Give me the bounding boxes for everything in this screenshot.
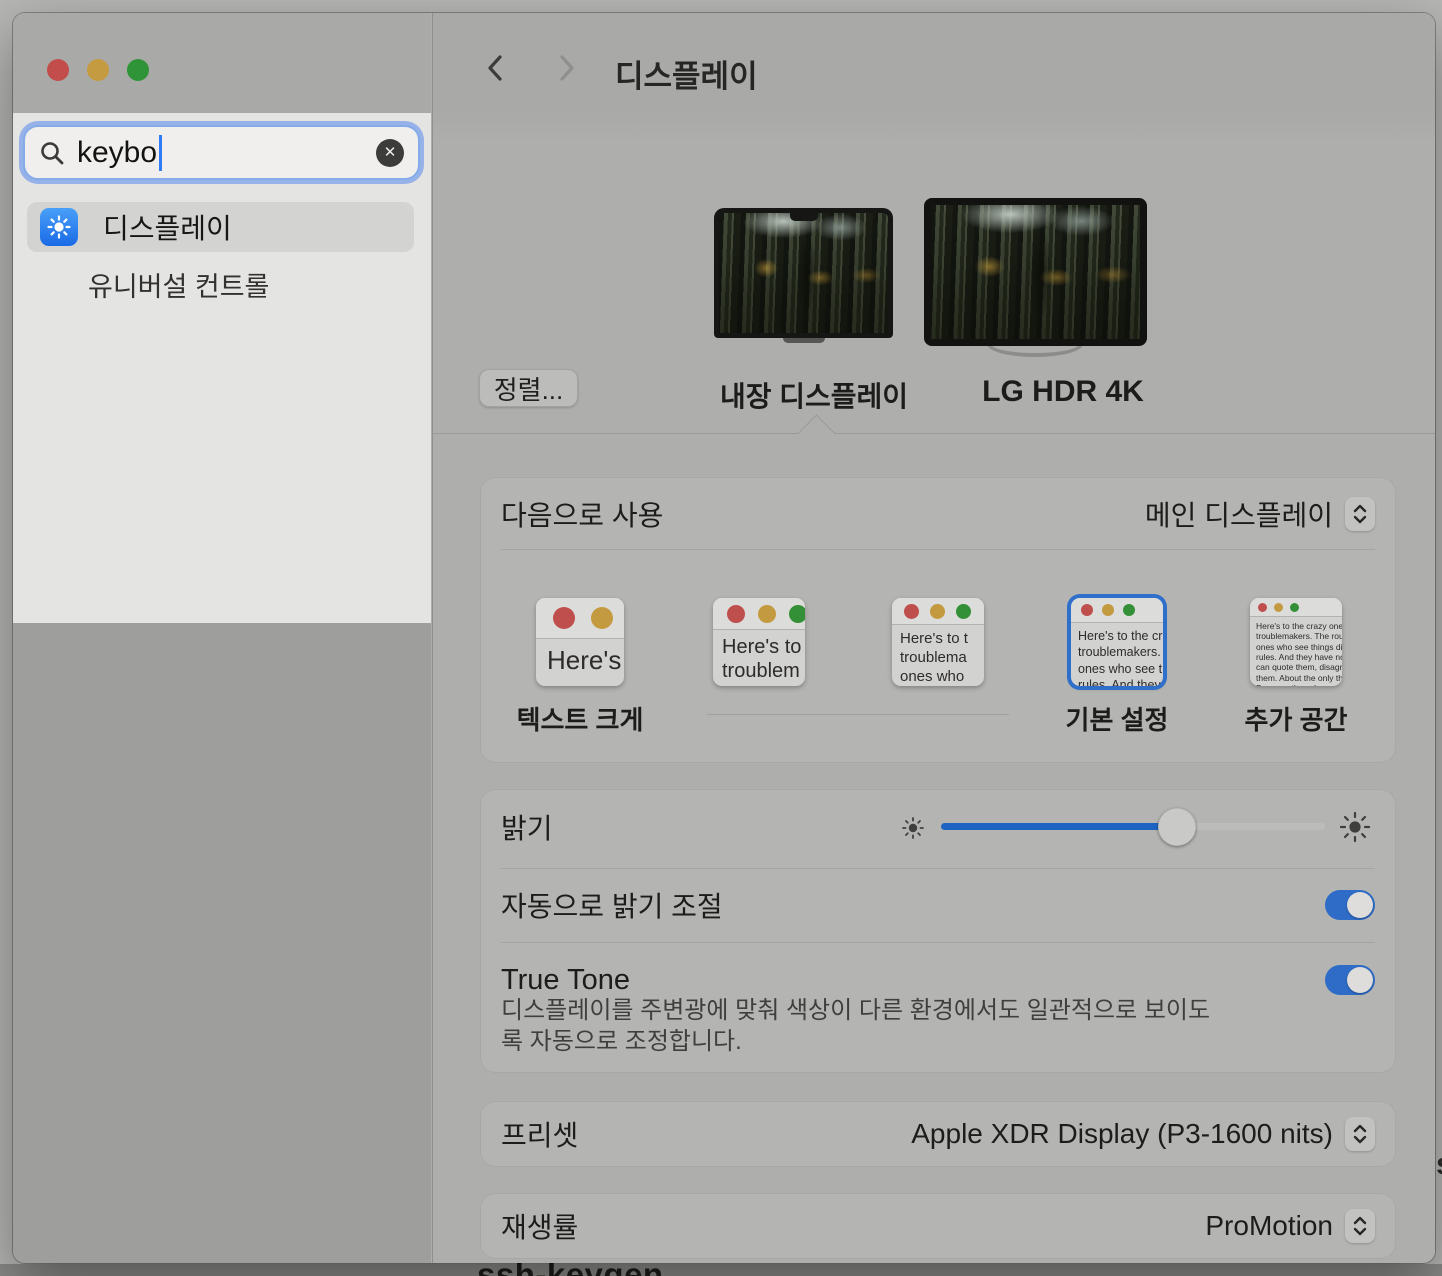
brightness-slider-knob[interactable] bbox=[1158, 808, 1196, 846]
mini-window-text: Here's to the cr troublemakers. ones who… bbox=[1071, 623, 1163, 686]
laptop-base bbox=[696, 338, 911, 351]
titlebar[interactable] bbox=[13, 13, 431, 113]
use-as-label: 다음으로 사용 bbox=[501, 494, 663, 534]
preset-label: 프리셋 bbox=[501, 1114, 578, 1154]
true-tone-description: 디스플레이를 주변광에 맞춰 색상이 다른 환경에서도 일관적으로 보이도록 자… bbox=[501, 995, 1231, 1057]
scaling-label-more-space: 추가 공간 bbox=[1216, 700, 1376, 737]
search-result-display[interactable]: 디스플레이 bbox=[27, 202, 414, 252]
display-brightness-icon bbox=[40, 208, 78, 246]
refresh-rate-card: 재생률 ProMotion bbox=[481, 1194, 1395, 1258]
scaling-track-line bbox=[707, 714, 1009, 715]
brightness-label: 밝기 bbox=[501, 807, 553, 847]
back-button[interactable] bbox=[480, 55, 510, 85]
sidebar: keybo ✕ bbox=[13, 13, 431, 1263]
sun-dim-icon bbox=[901, 816, 925, 840]
chevron-right-icon bbox=[553, 53, 581, 88]
mini-window-titlebar bbox=[536, 598, 624, 639]
chevron-left-icon bbox=[481, 53, 509, 88]
use-as-value: 메인 디스플레이 bbox=[1145, 494, 1333, 534]
sun-bright-icon bbox=[1339, 811, 1371, 843]
screen: ssh-keygen s keybo ✕ bbox=[0, 0, 1442, 1276]
mini-window-text: Here's to troublem bbox=[713, 630, 805, 683]
search-result-universal-control[interactable]: 유니버설 컨트롤 bbox=[88, 265, 269, 304]
display-settings-pane: 디스플레이 내장 디스플레이 LG HDR 4K 정렬... 다음으로 사용 메… bbox=[432, 13, 1435, 1263]
page-title: 디스플레이 bbox=[615, 51, 758, 96]
brightness-slider[interactable] bbox=[941, 823, 1325, 830]
brightness-slider-fill bbox=[941, 823, 1163, 830]
scaling-option-more-space[interactable]: Here's to the crazy one troublemakers. T… bbox=[1250, 598, 1342, 686]
toggle-knob bbox=[1347, 892, 1373, 918]
forward-button[interactable] bbox=[552, 55, 582, 85]
refresh-rate-value: ProMotion bbox=[1205, 1210, 1333, 1242]
search-input[interactable]: keybo ✕ bbox=[23, 125, 420, 180]
close-button[interactable] bbox=[47, 59, 69, 81]
row-divider bbox=[501, 549, 1375, 550]
mini-window-titlebar bbox=[713, 598, 805, 630]
preset-value: Apple XDR Display (P3-1600 nits) bbox=[911, 1118, 1333, 1150]
mini-window-titlebar bbox=[1250, 598, 1342, 617]
scaling-label-larger-text: 텍스트 크게 bbox=[500, 700, 660, 737]
header-background bbox=[433, 13, 1435, 143]
search-popover: keybo ✕ bbox=[13, 113, 431, 623]
row-divider bbox=[501, 942, 1375, 943]
use-as-stepper[interactable] bbox=[1345, 497, 1375, 531]
refresh-rate-stepper[interactable] bbox=[1345, 1209, 1375, 1243]
true-tone-label: True Tone bbox=[501, 964, 630, 997]
background-right-edge-text: s bbox=[1436, 1146, 1442, 1182]
mini-window-text: Here's to t troublema ones who bbox=[892, 625, 984, 686]
display-name-built-in: 내장 디스플레이 bbox=[714, 375, 914, 415]
mini-window-text: Here's to the crazy one troublemakers. T… bbox=[1250, 617, 1342, 686]
scaling-option-larger-text[interactable]: Here's bbox=[536, 598, 624, 686]
mini-window-titlebar bbox=[892, 598, 984, 625]
true-tone-toggle[interactable] bbox=[1325, 965, 1375, 995]
search-query-text: keybo bbox=[77, 136, 157, 170]
scaling-option-2[interactable]: Here's to troublem bbox=[713, 598, 805, 686]
preset-card: 프리셋 Apple XDR Display (P3-1600 nits) bbox=[481, 1102, 1395, 1166]
auto-brightness-label: 자동으로 밝기 조절 bbox=[501, 885, 723, 925]
search-result-label: 디스플레이 bbox=[103, 207, 232, 247]
toggle-knob bbox=[1347, 967, 1373, 993]
resolution-card: 다음으로 사용 메인 디스플레이 Here's Here's to tro bbox=[481, 478, 1395, 762]
laptop-notch bbox=[790, 213, 818, 221]
traffic-lights bbox=[47, 59, 149, 81]
mini-window-titlebar bbox=[1071, 598, 1163, 623]
brightness-card: 밝기 bbox=[481, 790, 1395, 1072]
settings-window: keybo ✕ bbox=[13, 13, 1435, 1263]
auto-brightness-toggle[interactable] bbox=[1325, 890, 1375, 920]
display-thumbnail-lg-hdr-4k[interactable] bbox=[924, 198, 1147, 346]
refresh-rate-label: 재생률 bbox=[501, 1206, 578, 1246]
minimize-button[interactable] bbox=[87, 59, 109, 81]
clear-search-button[interactable]: ✕ bbox=[376, 139, 404, 167]
display-name-lg: LG HDR 4K bbox=[933, 375, 1193, 409]
scaling-option-3[interactable]: Here's to t troublema ones who bbox=[892, 598, 984, 686]
mini-window-text: Here's bbox=[536, 639, 624, 676]
search-icon bbox=[39, 140, 65, 166]
scaling-option-default[interactable]: Here's to the cr troublemakers. ones who… bbox=[1071, 598, 1163, 686]
scaling-label-default: 기본 설정 bbox=[1037, 700, 1197, 737]
arrange-button[interactable]: 정렬... bbox=[479, 369, 578, 407]
display-thumbnail-built-in[interactable] bbox=[714, 208, 893, 338]
zoom-button[interactable] bbox=[127, 59, 149, 81]
section-divider bbox=[433, 433, 1435, 434]
text-cursor bbox=[159, 135, 162, 171]
preset-stepper[interactable] bbox=[1345, 1117, 1375, 1151]
background-window-strip: ssh-keygen bbox=[0, 1264, 1442, 1276]
selected-display-pointer bbox=[797, 414, 835, 452]
